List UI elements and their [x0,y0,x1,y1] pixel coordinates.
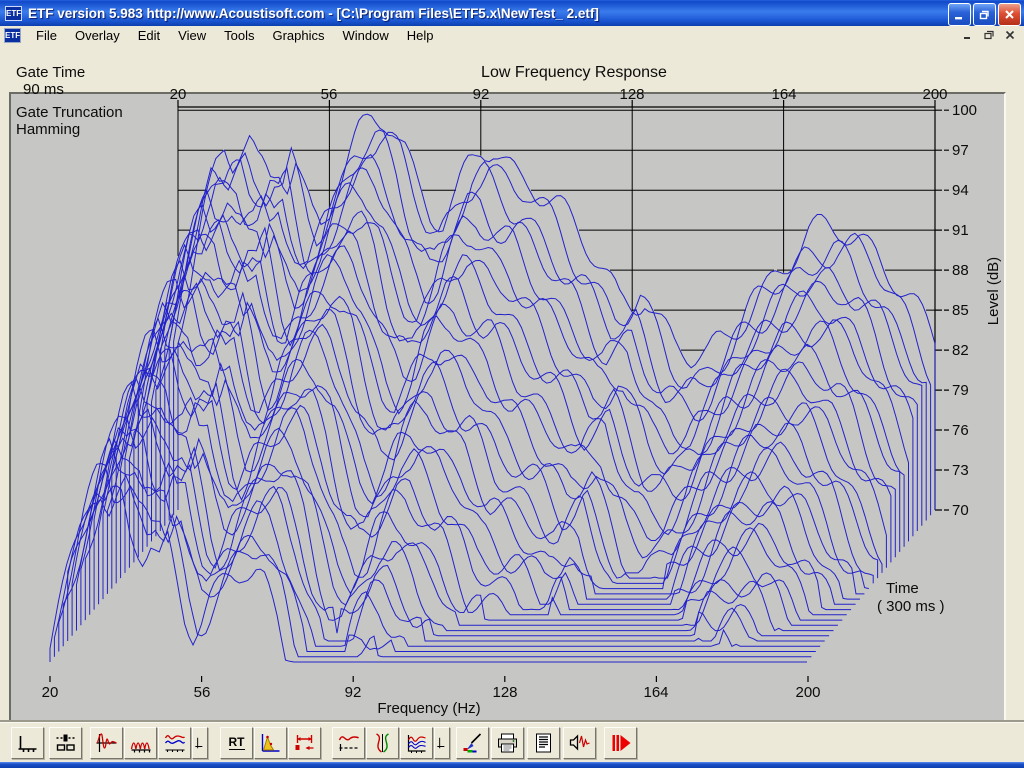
freq-top-tick-label: 92 [472,86,490,103]
mdi-close-icon [1005,30,1014,39]
phase-response-button[interactable] [366,726,399,759]
playback-button[interactable] [563,726,596,759]
menu-tools[interactable]: Tools [215,27,263,45]
measure-button[interactable] [604,726,637,759]
wavy-icon [338,735,359,751]
document-app-icon: ETF [4,28,21,43]
graph-axes-button[interactable] [11,726,44,759]
app-icon: ETF [5,5,22,21]
impulse-response-button[interactable] [90,726,123,759]
gate-time-label: Gate Time [16,64,86,81]
play-icon [612,734,631,751]
display-controls-button[interactable] [49,726,82,759]
mdi-restore-icon [983,30,994,39]
rt60-button[interactable]: RT [220,726,253,759]
level-tick-label: 97 [952,142,969,159]
level-tick-label: 88 [952,262,969,279]
mdi-close-button[interactable] [1001,27,1018,42]
phase-icon [376,732,389,753]
freq-top-tick-label: 164 [771,86,797,103]
menu-graphics[interactable]: Graphics [263,27,333,45]
restore-button[interactable] [973,3,996,26]
waterfall-icon [407,734,426,753]
level-tick-label: 70 [952,502,969,519]
freq-top-tick-label: 56 [320,86,338,103]
freq-bottom-tick-label: 164 [643,684,669,701]
freq-bottom-tick-label: 200 [795,684,821,701]
menu-help[interactable]: Help [398,27,443,45]
comb-icon [130,741,151,752]
energy-decay-button[interactable] [254,726,287,759]
menu-bar: ETF File Overlay Edit View Tools Graphics Wind… [0,26,1024,46]
level-tick-label: 79 [952,382,969,399]
window-title: ETF version 5.983 http://www.Acoustisoft… [28,5,599,21]
freq-bottom-tick-label: 56 [193,684,211,701]
time-axis-range: ( 300 ms ) [877,598,945,615]
freq-bottom-tick-label: 20 [41,684,59,701]
etf-app-window: ETF ETF version 5.983 http://www.Acousti… [0,0,1024,768]
freq-top-tick-label: 20 [169,86,187,103]
level-tick-label: 85 [952,302,969,319]
document-icon [536,733,551,752]
mdi-restore-button[interactable] [980,27,997,42]
menu-edit[interactable]: Edit [129,27,169,45]
level-tick-label: 82 [952,342,969,359]
freq-bottom-tick-label: 92 [344,684,362,701]
arrows-icon [295,734,314,750]
freq-top-tick-label: 200 [922,86,948,103]
brush-icon [463,732,482,752]
curves-icon [164,734,186,752]
corner-axis-icon [437,737,445,748]
mdi-minimize-icon [963,36,970,39]
menu-overlay[interactable]: Overlay [66,27,129,45]
minimize-button[interactable] [948,3,971,26]
x-axis-title: Frequency (Hz) [377,700,481,717]
y-axis-title: Level (dB) [985,256,1002,326]
chart-title: Low Frequency Response [481,64,667,81]
decay-icon [261,733,280,752]
corner-axis-icon [195,737,203,748]
close-icon [1005,10,1014,19]
mdi-minimize-button[interactable] [959,27,976,42]
impulse-icon [96,732,117,752]
title-bar[interactable]: ETF ETF version 5.983 http://www.Acousti… [0,0,1024,26]
axis-option-right-button[interactable] [434,726,450,759]
menu-file[interactable]: File [27,27,66,45]
resonance-response-button[interactable] [124,726,157,759]
menu-view[interactable]: View [169,27,215,45]
speaker-icon [569,733,590,751]
level-tick-label: 76 [952,422,969,439]
gate-span-button[interactable] [288,726,321,759]
overlay-curves-button[interactable] [158,726,191,759]
sliders-icon [56,734,75,751]
rt-text-icon: RT [228,735,245,750]
toolbar: RT [0,722,1024,762]
freq-bottom-tick-label: 128 [492,684,518,701]
printer-icon [498,733,517,752]
freq-top-tick-label: 128 [619,86,645,103]
menu-window[interactable]: Window [334,27,398,45]
level-tick-label: 100 [952,102,978,119]
close-button[interactable] [998,3,1021,26]
level-tick-label: 91 [952,222,969,239]
waterfall-button[interactable] [400,726,433,759]
client-area [0,45,1024,760]
window-bottom-border [0,762,1024,768]
plot-area[interactable] [9,92,1006,760]
smoothed-response-button[interactable] [332,726,365,759]
gate-time-value: 90 ms [23,81,64,98]
print-button[interactable] [491,726,524,759]
time-axis-title: Time [886,580,919,597]
axis-icon [18,735,37,752]
gate-truncation-value: Hamming [16,121,81,138]
axis-option-left-button[interactable] [192,726,208,759]
level-tick-label: 94 [952,182,969,199]
menu-items: File Overlay Edit View Tools Graphics Window He… [27,27,443,45]
gate-truncation-label: Gate Truncation [16,104,123,121]
graph-colors-button[interactable] [456,726,489,759]
restore-icon [979,10,989,20]
minimize-icon [955,17,962,20]
level-tick-label: 73 [952,462,969,479]
notes-button[interactable] [527,726,560,759]
